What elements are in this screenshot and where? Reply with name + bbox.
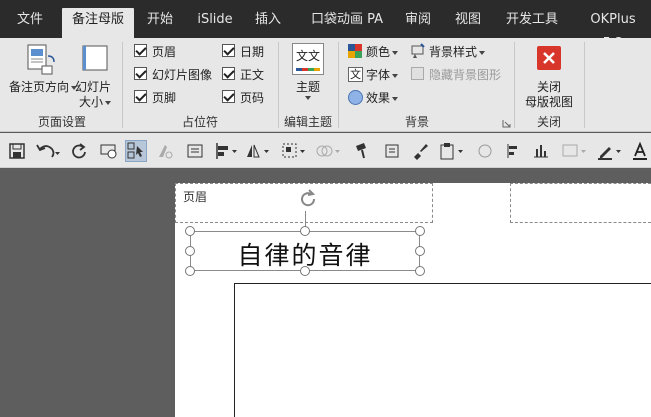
close-icon[interactable] — [537, 46, 561, 70]
selected-textbox[interactable]: 自律的音律 — [190, 231, 420, 271]
slide-size-button[interactable]: 大小 — [79, 93, 112, 110]
slide-image-checkbox-label[interactable]: 幻灯片图像 — [152, 66, 212, 83]
header-placeholder-text: 页眉 — [183, 190, 208, 204]
hide-background-graphics-checkbox[interactable] — [411, 67, 424, 80]
page-number-checkbox[interactable] — [222, 90, 235, 103]
tab-developer[interactable]: 开发工具 — [500, 8, 564, 38]
resize-handle[interactable] — [185, 246, 195, 256]
effects-icon[interactable] — [348, 90, 363, 105]
group-label-close: 关闭 — [536, 115, 561, 129]
resize-handle[interactable] — [415, 246, 425, 256]
tab-view[interactable]: 视图 — [448, 8, 488, 38]
group-objects-icon[interactable] — [280, 141, 308, 161]
tab-home[interactable]: 开始 — [140, 8, 180, 38]
fonts-icon[interactable]: 文 — [348, 67, 363, 82]
resize-handle[interactable] — [300, 226, 310, 236]
resize-handle[interactable] — [300, 266, 310, 276]
ribbon-separator — [278, 42, 279, 128]
notes-master-page[interactable]: 页眉 自律的音律 — [175, 183, 651, 417]
header-checkbox[interactable] — [134, 44, 147, 57]
tab-insert[interactable]: 插入 — [248, 8, 288, 38]
tab-notes-master[interactable]: 备注母版 — [62, 8, 134, 38]
format-painter-icon[interactable] — [353, 141, 373, 161]
dialog-launcher-icon[interactable] — [502, 117, 511, 128]
group-label-edit-theme: 编辑主题 — [283, 115, 332, 129]
pen-color-icon[interactable] — [596, 141, 624, 161]
ribbon-separator — [338, 42, 339, 128]
effects-button[interactable]: 效果 — [366, 89, 399, 106]
tab-file[interactable]: 文件 — [8, 8, 52, 38]
date-checkbox-label[interactable]: 日期 — [240, 43, 264, 60]
tab-pocket-animation[interactable]: 口袋动画 PA — [306, 8, 388, 38]
notes-page-orientation-button[interactable]: 备注页方向 — [9, 78, 78, 95]
rotate-handle-icon[interactable] — [296, 187, 320, 211]
ribbon-separator — [514, 42, 515, 128]
page-number-checkbox-label[interactable]: 页码 — [240, 89, 264, 106]
distribute-icon[interactable] — [503, 141, 523, 161]
notes-page-orientation-icon[interactable] — [22, 42, 56, 76]
colors-button[interactable]: 颜色 — [366, 43, 399, 60]
from-beginning-icon[interactable] — [99, 141, 119, 161]
tab-okplus[interactable]: OKPlus 5.2 — [578, 8, 648, 51]
align-icon[interactable] — [213, 141, 239, 161]
date-checkbox[interactable] — [222, 44, 235, 57]
resize-handle[interactable] — [415, 226, 425, 236]
redo-icon[interactable] — [69, 141, 89, 161]
background-styles-icon[interactable] — [410, 43, 426, 59]
chart-icon[interactable] — [531, 141, 551, 161]
selection-pane-icon[interactable] — [125, 140, 147, 162]
footer-checkbox-label[interactable]: 页脚 — [152, 89, 176, 106]
paste-icon[interactable] — [438, 141, 466, 161]
slide-image-placeholder[interactable] — [234, 283, 651, 417]
group-label-background: 背景 — [404, 115, 429, 129]
font-color-icon[interactable] — [630, 141, 650, 161]
slide-size-icon[interactable] — [80, 44, 110, 74]
fonts-button[interactable]: 字体 — [366, 66, 399, 83]
group-label-page-setup: 页面设置 — [37, 115, 86, 129]
theme-dropdown-caret[interactable] — [303, 90, 311, 104]
ribbon: 备注页方向 幻灯片 大小 页面设置 页眉 日期 幻灯片图像 正文 页脚 页码 占… — [0, 38, 651, 132]
colors-icon[interactable] — [348, 44, 362, 58]
keyboard-icon[interactable] — [185, 141, 205, 161]
date-placeholder[interactable] — [510, 183, 651, 223]
screenshot-icon[interactable] — [560, 141, 588, 161]
footer-checkbox[interactable] — [134, 90, 147, 103]
close-master-view-button[interactable]: 母版视图 — [525, 93, 573, 110]
hide-background-graphics-label[interactable]: 隐藏背景图形 — [429, 66, 501, 83]
animation-painter-icon[interactable] — [155, 141, 175, 161]
body-checkbox[interactable] — [222, 67, 235, 80]
quick-access-toolbar — [0, 133, 651, 168]
shape-circle-icon[interactable] — [475, 141, 495, 161]
text-direction-icon[interactable] — [382, 141, 402, 161]
theme-icon[interactable]: 文文 — [292, 43, 324, 75]
tab-islide[interactable]: iSlide — [192, 8, 238, 38]
background-styles-button[interactable]: 背景样式 — [429, 43, 486, 60]
ribbon-separator — [122, 42, 123, 128]
editing-canvas: 页眉 自律的音律 — [0, 169, 651, 417]
tab-review[interactable]: 审阅 — [398, 8, 438, 38]
resize-handle[interactable] — [415, 266, 425, 276]
group-label-placeholders: 占位符 — [181, 115, 218, 129]
theme-color-strip — [296, 68, 320, 71]
rotate-flip-icon[interactable] — [244, 141, 272, 161]
slide-image-checkbox[interactable] — [134, 67, 147, 80]
save-icon[interactable] — [7, 141, 27, 161]
paint-brush-icon[interactable] — [410, 141, 430, 161]
body-checkbox-label[interactable]: 正文 — [240, 66, 264, 83]
ribbon-tab-bar: 文件 备注母版 开始 iSlide 插入 口袋动画 PA 审阅 视图 开发工具 … — [0, 0, 651, 51]
resize-handle[interactable] — [185, 266, 195, 276]
resize-handle[interactable] — [185, 226, 195, 236]
merge-shapes-icon[interactable] — [314, 141, 342, 161]
header-checkbox-label[interactable]: 页眉 — [152, 43, 176, 60]
theme-icon-text: 文文 — [295, 49, 320, 63]
undo-icon[interactable] — [35, 141, 61, 161]
ribbon-separator — [584, 42, 585, 128]
